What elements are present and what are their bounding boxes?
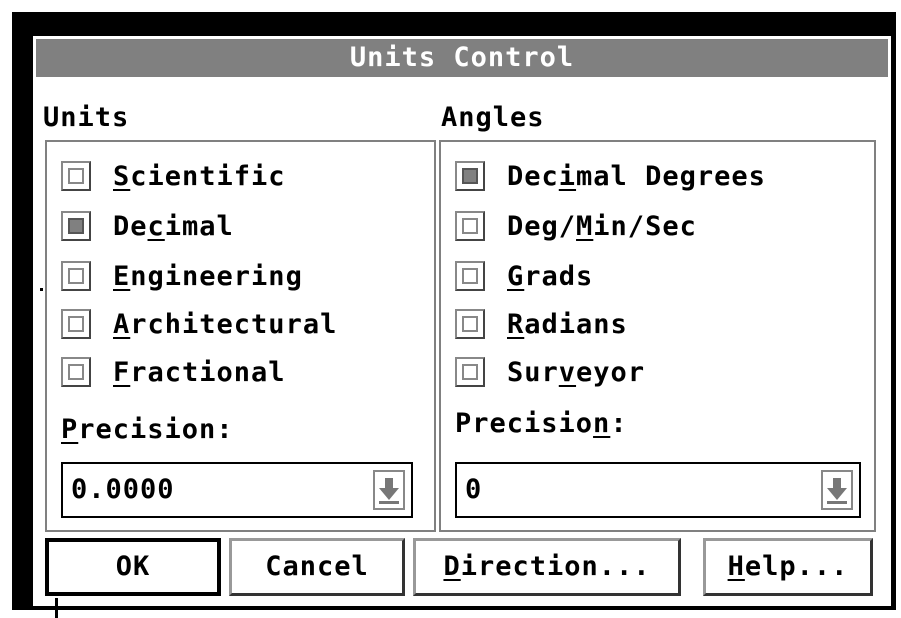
dropdown-arrow-icon[interactable] xyxy=(821,470,853,510)
units-option-scientific[interactable]: Scientific xyxy=(61,156,286,196)
cancel-button[interactable]: Cancel xyxy=(229,538,405,596)
angles-precision-value: 0 xyxy=(465,474,483,505)
units-precision-value: 0.0000 xyxy=(71,474,175,505)
dialog-body: Units Control Units Scientific Decimal E… xyxy=(30,33,894,609)
dropdown-arrow-icon[interactable] xyxy=(373,470,405,510)
option-label: Fractional xyxy=(113,356,286,388)
radio-icon xyxy=(61,357,91,387)
radio-icon xyxy=(455,357,485,387)
option-label: Deg/Min/Sec xyxy=(507,210,697,242)
cursor-tick xyxy=(55,598,58,618)
units-precision-label: Precision: xyxy=(61,414,234,445)
radio-selected-icon xyxy=(455,161,485,191)
angles-precision-select[interactable]: 0 xyxy=(455,462,861,518)
angles-option-surveyor[interactable]: Surveyor xyxy=(455,352,645,392)
option-label: Surveyor xyxy=(507,356,646,388)
direction-button[interactable]: Direction... xyxy=(413,538,681,596)
option-label: Grads xyxy=(507,260,594,292)
option-label: Engineering xyxy=(113,260,303,292)
units-option-engineering[interactable]: Engineering xyxy=(61,256,303,296)
radio-selected-icon xyxy=(61,211,91,241)
help-button[interactable]: Help... xyxy=(703,538,873,596)
units-group-label: Units xyxy=(43,102,130,133)
units-precision-select[interactable]: 0.0000 xyxy=(61,462,413,518)
stray-pixel xyxy=(40,288,43,291)
units-group: Scientific Decimal Engineering Architect… xyxy=(45,140,436,532)
units-option-architectural[interactable]: Architectural xyxy=(61,304,337,344)
radio-icon xyxy=(61,309,91,339)
angles-group-label: Angles xyxy=(441,102,545,133)
units-option-decimal[interactable]: Decimal xyxy=(61,206,234,246)
option-label: Decimal xyxy=(113,210,234,242)
dialog-title: Units Control xyxy=(36,39,888,77)
angles-option-decimal-degrees[interactable]: Decimal Degrees xyxy=(455,156,766,196)
radio-icon xyxy=(61,261,91,291)
units-option-fractional[interactable]: Fractional xyxy=(61,352,286,392)
angles-precision-label: Precision: xyxy=(455,408,628,439)
radio-icon xyxy=(61,161,91,191)
angles-option-radians[interactable]: Radians xyxy=(455,304,628,344)
angles-group: Decimal Degrees Deg/Min/Sec Grads Radian… xyxy=(439,140,876,532)
ok-button[interactable]: OK xyxy=(45,538,221,596)
units-control-dialog: Units Control Units Scientific Decimal E… xyxy=(12,12,896,610)
option-label: Architectural xyxy=(113,308,338,340)
radio-icon xyxy=(455,261,485,291)
radio-icon xyxy=(455,309,485,339)
option-label: Decimal Degrees xyxy=(507,160,766,192)
option-label: Scientific xyxy=(113,160,286,192)
radio-icon xyxy=(455,211,485,241)
angles-option-grads[interactable]: Grads xyxy=(455,256,593,296)
option-label: Radians xyxy=(507,308,628,340)
angles-option-deg-min-sec[interactable]: Deg/Min/Sec xyxy=(455,206,697,246)
